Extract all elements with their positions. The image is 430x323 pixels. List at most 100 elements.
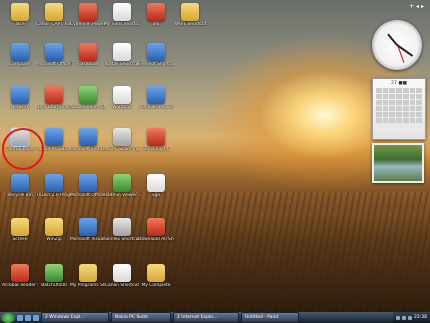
desktop-icon[interactable]: Flashbook (70, 43, 106, 67)
desktop-icon-image (147, 43, 165, 61)
desktop-icon[interactable]: Samsung PC (138, 128, 174, 152)
desktop-icon-image (11, 174, 29, 192)
desktop-icon-image (45, 86, 63, 104)
desktop-icon[interactable]: Recycle Bin (2, 174, 38, 198)
desktop-icon-image (113, 3, 131, 21)
desktop-icon[interactable]: Windows Movie Maker (138, 86, 174, 110)
desktop-icon-label: WinZip (46, 237, 62, 242)
desktop-icon-label: Nero StartSmart (36, 105, 72, 110)
desktop-icon[interactable]: Nero StartSmart (36, 86, 72, 110)
desktop-icon[interactable]: Screen (2, 218, 38, 242)
desktop-icon-image (147, 218, 165, 236)
desktop-icon[interactable]: Radmin Viewer 3.0 (104, 174, 140, 198)
desktop-icon-image (181, 3, 199, 21)
desktop-icon[interactable]: WAVE Shortcut (172, 3, 208, 27)
desktop-icon-label: Jace (15, 22, 25, 27)
desktop-icon-image (147, 3, 165, 21)
quicklaunch-icon[interactable] (33, 314, 39, 321)
desktop-icon-image (113, 264, 131, 282)
desktop-icon[interactable]: BatchUtil00 (36, 264, 72, 288)
desktop-icon-label: Computer (9, 62, 31, 67)
desktop-icon[interactable]: Skrillex Shortcut (104, 218, 140, 242)
desktop-icon[interactable]: My Programs Shortcut (70, 264, 106, 288)
desktop-icon[interactable]: Network (2, 86, 38, 110)
desktop-icon-image (113, 86, 131, 104)
tray-icon[interactable] (408, 315, 413, 320)
desktop-icon[interactable]: Computer (2, 43, 38, 67)
system-tray: 22:38 (393, 312, 430, 323)
desktop-icon-label: Microsoft FrontPage (70, 147, 106, 152)
sidebar-controls[interactable]: + ◂ ▸ (409, 3, 424, 10)
desktop-icon[interactable]: Kodak Shortcut (104, 43, 140, 67)
desktop-icon[interactable]: Download All Shortcut (138, 218, 174, 242)
desktop-icon-label: Kodak Shortcut (105, 62, 139, 67)
desktop-icon-image (11, 86, 29, 104)
desktop-icon[interactable]: MS PC Scanning (104, 128, 140, 152)
desktop-icon-image (79, 264, 97, 282)
taskbar-button[interactable]: Nokia PC Suite (111, 312, 171, 323)
quicklaunch-icon[interactable] (17, 314, 23, 321)
desktop-icon-label: My Sims Shortcut (104, 22, 140, 27)
desktop-icon-label: WAVE Shortcut (173, 22, 207, 27)
desktop-icon[interactable]: vga (138, 174, 174, 198)
desktop-icon[interactable]: Microsoft Office Pi... (36, 43, 72, 67)
desktop-icon-label: Network (10, 105, 30, 110)
tray-icon[interactable] (402, 315, 407, 320)
quicklaunch-icon[interactable] (25, 314, 31, 321)
desktop-icon[interactable]: My Sims Shortcut (104, 3, 140, 27)
desktop-icon-label: Screen (12, 237, 28, 242)
desktop-icon[interactable]: ThDict 2.0 Program (36, 174, 72, 198)
desktop-icon-image (11, 218, 29, 236)
desktop-icon[interactable]: My Complete (138, 264, 174, 288)
desktop-icon[interactable]: Acrobat Reader 5.0 (2, 264, 38, 288)
highlight-circle (2, 128, 44, 170)
desktop-icon-image (79, 218, 97, 236)
start-button[interactable] (1, 312, 15, 323)
desktop-icon-label: Shi (152, 22, 160, 27)
desktop-icon[interactable]: FireShot Shortcut (138, 43, 174, 67)
desktop-icon[interactable]: AdobeReader Shortcut (70, 86, 106, 110)
taskbar-button[interactable]: 2 Internet Explo... (173, 312, 239, 323)
desktop-icon[interactable]: Wordpad (104, 86, 140, 110)
desktop-icon-image (113, 128, 131, 146)
clock-time[interactable]: 22:38 (414, 315, 427, 320)
slideshow-gadget[interactable] (372, 143, 424, 183)
desktop-icon-image (147, 264, 165, 282)
desktop-icon-label: Flashbook (76, 62, 100, 67)
desktop-icon-image (79, 3, 97, 21)
desktop-icon[interactable]: Cyberlink PowerDVD (70, 3, 106, 27)
taskbar-button[interactable]: 2 Windows Expl... (41, 312, 109, 323)
desktop-icon-label: Wordpad (112, 105, 132, 110)
wallpaper-grass (0, 192, 430, 312)
desktop-icon[interactable]: Canon CAPT Tools (36, 3, 72, 27)
desktop-icon-image (45, 264, 63, 282)
desktop-icon-label: My Programs Shortcut (70, 283, 106, 288)
desktop-icon[interactable]: Shi (138, 3, 174, 27)
desktop-icon[interactable]: Microsoft FrontPage (70, 128, 106, 152)
calendar-grid (373, 86, 425, 125)
desktop-icon-image (147, 174, 165, 192)
taskbar: 2 Windows Expl... Nokia PC Suite 2 Inter… (0, 312, 430, 323)
desktop-icon-label: Download All Shortcut (138, 237, 174, 242)
desktop-icon-label: AdobeReader Shortcut (70, 105, 106, 110)
desktop-icon-image (113, 43, 131, 61)
desktop-icon[interactable]: Microsoft Visual Basic (70, 218, 106, 242)
desktop-icon-image (45, 174, 63, 192)
desktop-icon-label: Recycle Bin (7, 193, 33, 198)
tray-icon[interactable] (396, 315, 401, 320)
desktop-icon[interactable]: Microsoft Office Pi... (70, 174, 106, 198)
desktop-icon-label: My Complete (141, 283, 171, 288)
desktop-icon-label: Skrillex Shortcut (104, 237, 140, 242)
desktop-icon-image (147, 128, 165, 146)
desktop-icon-image (11, 3, 29, 21)
desktop-icon-image (113, 218, 131, 236)
clock-gadget[interactable] (372, 20, 422, 70)
desktop[interactable]: JaceCanon CAPT ToolsCyberlink PowerDVDMy… (0, 0, 430, 312)
desktop-icon[interactable]: Jace (2, 3, 38, 27)
calendar-gadget[interactable]: 27 ■■ (372, 78, 426, 140)
desktop-icon[interactable]: Canon Shortcut (104, 264, 140, 288)
desktop-icon[interactable]: WinZip (36, 218, 72, 242)
taskbar-button[interactable]: Untitled - Paint (241, 312, 299, 323)
desktop-icon-label: Acrobat Reader 5.0 (2, 283, 38, 288)
desktop-icon-label: Radmin Viewer 3.0 (104, 193, 140, 198)
